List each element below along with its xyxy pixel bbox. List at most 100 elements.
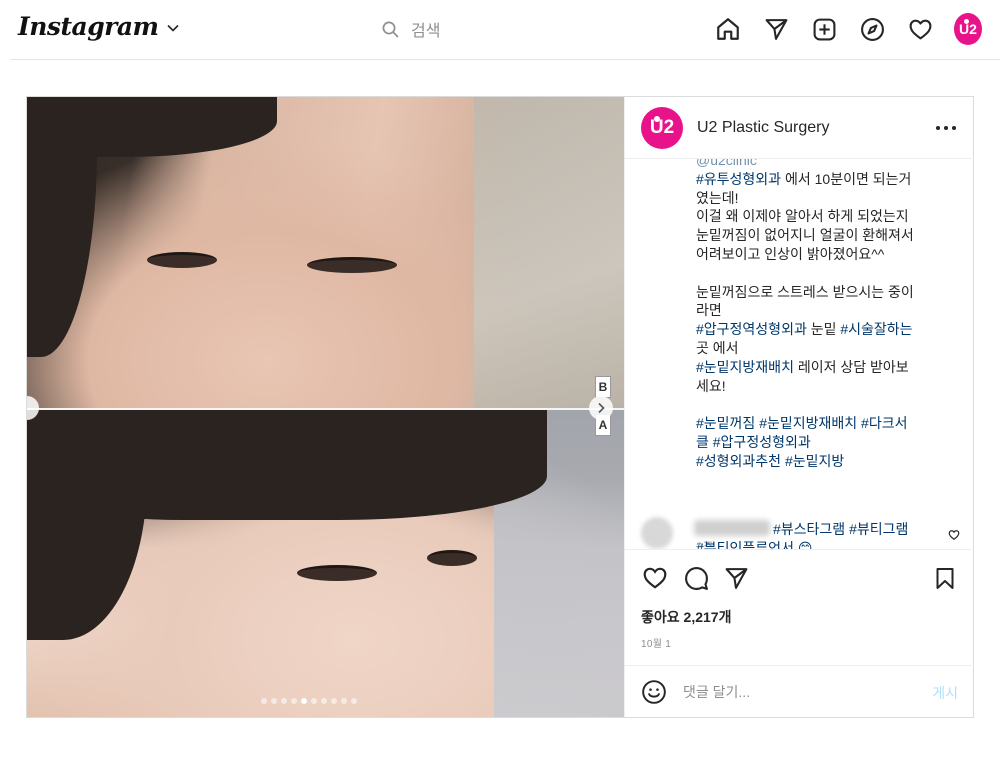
caption-hashtag[interactable]: #압구정역성형외과 [696,321,807,337]
carousel-indicators [261,698,361,704]
caption-line: 어려보이고 인상이 밝아졌어요^^ [696,245,948,264]
like-count[interactable]: 좋아요 2,217개 [641,607,731,627]
direct-messages-button[interactable] [762,12,790,46]
comment-button[interactable] [682,564,710,592]
caption-scroll-area[interactable]: @u2clinic #유투성형외과 에서 10분이면 되는거 였는데! 이걸 왜 이제… [625,159,974,547]
post-header: U2 U2 Plastic Surgery [625,97,974,159]
post-comment-button[interactable]: 게시 [932,683,958,703]
new-post-button[interactable] [810,12,838,46]
share-button[interactable] [722,564,750,592]
send-icon [725,567,747,589]
carousel-dot [291,698,297,704]
like-button[interactable] [641,564,669,592]
avatar-text: U2 [959,21,977,37]
caption-hashtag[interactable]: #눈밑지방재배치 [696,359,794,375]
caption-line: 클 #압구정성형외과 [696,433,948,452]
explore-button[interactable] [858,12,886,46]
carousel-dot [301,698,307,704]
carousel-dot [321,698,327,704]
comment-item: #뷰스타그램 #뷰티그램 #뷰티인플루언서 😊 [625,511,974,549]
emoji-icon[interactable] [641,679,667,705]
caption-line: #유투성형외과 에서 10분이면 되는거 [696,170,948,189]
comment-text-second-line[interactable]: #뷰티인플루언서 😊 [696,538,812,549]
caption-line: 이걸 왜 이제야 알아서 하게 되었는지 [696,207,948,226]
carousel-dot [271,698,277,704]
explore-icon [860,17,884,41]
caption-text: 레이저 상담 받아보 [793,358,909,375]
more-options-button[interactable] [936,119,956,137]
post-sidebar: U2 U2 Plastic Surgery @u2clinic #유투성형외과 에… [624,97,974,717]
actions-divider [625,549,974,550]
carousel-dot [311,698,317,704]
caption-line: #압구정역성형외과 눈밑 #시술잘하는 [696,320,948,339]
chevron-right-icon [598,402,605,414]
heart-icon [909,19,931,39]
caption-hashtag[interactable]: #유투성형외과 [696,171,781,187]
nav-icons: U2 [714,12,982,46]
carousel-dot [341,698,347,704]
commenter-name-blurred [694,520,770,536]
home-button[interactable] [714,12,742,46]
caption-hashtag[interactable]: 클 #압구정성형외과 [696,434,811,450]
carousel-dot [351,698,357,704]
before-tag: B [595,376,611,398]
chevron-down-icon [166,24,179,32]
eye-shape [427,550,477,566]
photo-background [474,97,624,408]
comment-text[interactable]: #뷰스타그램 #뷰티그램 [773,519,908,539]
post-actions [641,564,962,594]
caption-line: 눈밑꺼짐이 없어지니 얼굴이 환해져서 [696,226,948,245]
eye-shape [297,565,377,581]
account-avatar[interactable]: U2 [641,106,683,149]
caption-line: #눈밑지방재배치 레이저 상담 받아보 [696,358,948,377]
comment-input[interactable] [683,682,903,702]
caption-text: 눈밑꺼짐이 없어지니 얼굴이 환해져서 [696,227,914,244]
caption-text: 곳 에서 [696,339,739,356]
carousel-dot [261,698,267,704]
hair-shape [27,410,147,640]
carousel-dot [331,698,337,704]
logo-text: Instagram [18,12,159,41]
caption-line: 눈밑꺼짐으로 스트레스 받으시는 중이 [696,283,948,302]
caption-text: 였는데! [696,189,739,206]
caption-hashtag[interactable]: #시술잘하는 [840,321,912,337]
post-date: 10월 1 [641,639,672,650]
caption-line: @u2clinic [696,159,948,170]
caption-line [696,264,948,283]
save-button[interactable] [931,564,959,592]
bookmark-icon [936,567,954,589]
caption-line: #눈밑꺼짐 #눈밑지방재배치 #다크서 [696,414,948,433]
activity-button[interactable] [906,12,934,46]
profile-button[interactable]: U2 [954,12,982,46]
nav-divider [10,59,1000,60]
caption-line: 라면 [696,301,948,320]
caption-line: 곳 에서 [696,339,948,358]
search-icon [382,21,399,37]
caption-text: 눈밑 [806,321,841,338]
caption-line: #성형외과추천 #눈밑지방 [696,452,948,471]
after-photo: A [27,410,624,717]
post-media[interactable]: B A [27,97,624,717]
account-username[interactable]: U2 Plastic Surgery [697,119,830,137]
eye-shape [147,252,217,268]
next-slide-button[interactable] [589,396,613,420]
caption-line [696,395,948,414]
new-post-icon [813,18,835,40]
add-comment-bar: 게시 [625,665,974,717]
top-navigation: Instagram 검색 U2 [0,0,1000,60]
comment-icon [684,566,708,590]
send-icon [765,18,787,40]
caption-hashtag[interactable]: #눈밑꺼짐 #눈밑지방재배치 #다크서 [696,415,907,431]
comment-like-icon[interactable] [948,529,960,541]
commenter-avatar[interactable] [641,517,673,549]
carousel-dot [281,698,287,704]
search-box[interactable]: 검색 [382,18,440,40]
caption-text: 세요! [696,377,726,394]
caption-text: 라면 [696,302,722,319]
instagram-logo[interactable]: Instagram [18,12,179,41]
caption-hashtag[interactable]: @u2clinic [696,159,757,168]
eye-shape [307,257,397,273]
post-caption: @u2clinic #유투성형외과 에서 10분이면 되는거 였는데! 이걸 왜 이제… [696,159,948,471]
caption-text: 어려보이고 인상이 밝아졌어요^^ [696,245,885,262]
caption-hashtag[interactable]: #성형외과추천 #눈밑지방 [696,453,844,469]
